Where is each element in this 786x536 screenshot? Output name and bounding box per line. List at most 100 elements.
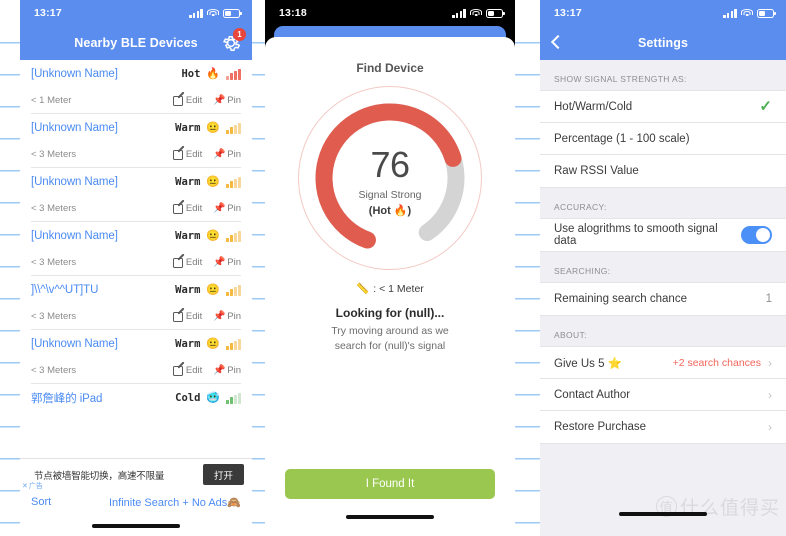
edit-label: Edit — [185, 257, 203, 268]
section-header: SHOW SIGNAL STRENGTH AS: — [540, 60, 786, 90]
no-ads-promo-button[interactable]: Infinite Search + No Ads🙈 — [109, 496, 241, 509]
close-icon[interactable]: ✕ — [22, 482, 28, 490]
device-temp: Warm — [175, 122, 201, 134]
signal-bars-icon — [226, 122, 241, 134]
edit-button[interactable]: Edit — [172, 203, 203, 214]
setting-row-restore-purchase[interactable]: Restore Purchase › — [540, 411, 786, 443]
device-name: ]\\^\v^^UT]TU — [31, 284, 99, 296]
wifi-icon — [741, 8, 753, 18]
smoothing-toggle[interactable] — [741, 226, 772, 244]
signal-bars-icon — [226, 176, 241, 188]
edit-icon — [172, 365, 183, 376]
edit-icon — [172, 203, 183, 214]
setting-label: Contact Author — [554, 388, 631, 401]
temp-emoji-icon: 😐 — [206, 175, 221, 188]
pin-icon: 📌 — [213, 203, 226, 214]
setting-row-raw-rssi[interactable]: Raw RSSI Value — [540, 155, 786, 187]
device-temp: Hot — [181, 68, 201, 80]
setting-row-contact-author[interactable]: Contact Author › — [540, 379, 786, 411]
battery-icon — [486, 8, 505, 18]
edit-icon — [172, 311, 183, 322]
settings-badge: 1 — [233, 28, 246, 41]
device-name: [Unknown Name] — [31, 176, 118, 188]
device-name: [Unknown Name] — [31, 230, 118, 242]
device-temp: Warm — [175, 176, 201, 188]
chevron-right-icon: › — [768, 355, 772, 370]
list-item[interactable]: [Unknown Name] Warm 😐 < 3 Meters Edit 📌 … — [20, 114, 252, 168]
page-root: 13:17 Nearby BLE Devices 1 [Unknown Name… — [0, 0, 786, 536]
edit-button[interactable]: Edit — [172, 311, 202, 322]
pin-button[interactable]: 📌 Pin — [213, 203, 241, 214]
back-button[interactable] — [549, 33, 565, 53]
list-item[interactable]: [Unknown Name] Hot 🔥 < 1 Meter Edit 📌 Pi… — [20, 60, 252, 114]
ad-banner[interactable]: 节点被墙智能切换，高速不限量 打开 ✕ 广告 — [20, 458, 252, 490]
edit-button[interactable]: Edit — [172, 257, 203, 268]
temp-emoji-icon: 😐 — [206, 229, 221, 242]
battery-icon — [223, 8, 242, 18]
edit-button[interactable]: Edit — [172, 95, 203, 106]
i-found-it-button[interactable]: I Found It — [285, 469, 495, 499]
section-header: ABOUT: — [540, 316, 786, 346]
status-time: 13:17 — [34, 7, 62, 19]
status-icons — [189, 8, 242, 18]
settings-group: Hot/Warm/Cold ✓ Percentage (1 - 100 scal… — [540, 90, 786, 188]
ad-open-button[interactable]: 打开 — [202, 464, 244, 485]
setting-label: Remaining search chance — [554, 293, 687, 305]
battery-icon — [757, 8, 776, 18]
setting-row-give-us-5[interactable]: Give Us 5 ⭐ +2 search chances › — [540, 347, 786, 379]
status-icons — [723, 8, 776, 18]
list-item[interactable]: [Unknown Name] Warm 😐 < 3 Meters Edit 📌 … — [20, 330, 252, 384]
settings-button[interactable]: 1 — [220, 28, 246, 54]
device-distance: < 3 Meters — [31, 257, 77, 268]
device-temp: Warm — [175, 230, 201, 242]
setting-row-percentage[interactable]: Percentage (1 - 100 scale) — [540, 123, 786, 155]
home-indicator — [346, 515, 434, 519]
list-item[interactable]: 郭詹峰的 iPad Cold 🥶 — [20, 384, 252, 412]
pin-button[interactable]: 📌 Pin — [213, 311, 241, 322]
cellular-icon — [723, 8, 737, 18]
search-hint: Try moving around as we search for (null… — [331, 325, 449, 353]
list-item[interactable]: [Unknown Name] Warm 😐 < 3 Meters Edit 📌 … — [20, 222, 252, 276]
setting-row-smoothing[interactable]: Use alogrithms to smooth signal data — [540, 219, 786, 251]
settings-screen: 13:17 Settings SHOW SIGNAL STRENGTH AS: … — [540, 0, 786, 536]
pin-button[interactable]: 📌 Pin — [213, 365, 241, 376]
device-temp: Warm — [175, 338, 201, 350]
device-distance: < 3 Meters — [31, 365, 77, 376]
temp-emoji-icon: 🥶 — [206, 391, 221, 404]
setting-label: Restore Purchase — [554, 421, 647, 433]
distance-readout: 📏 : < 1 Meter — [265, 282, 515, 296]
device-distance: < 1 Meter — [31, 95, 72, 106]
device-name: [Unknown Name] — [31, 68, 118, 80]
list-item[interactable]: [Unknown Name] Warm 😐 < 3 Meters Edit 📌 … — [20, 168, 252, 222]
sort-button[interactable]: Sort — [31, 496, 51, 508]
signal-bars-icon — [226, 338, 241, 350]
status-bar: 13:17 — [20, 0, 252, 26]
device-distance: < 3 Meters — [31, 149, 77, 160]
setting-row-hot-warm-cold[interactable]: Hot/Warm/Cold ✓ — [540, 91, 786, 123]
list-item[interactable]: ]\\^\v^^UT]TU Warm 😐 < 3 Meters Edit 📌 P… — [20, 276, 252, 330]
promo-emoji-icon: 🙈 — [227, 496, 241, 509]
pin-button[interactable]: 📌 Pin — [213, 95, 241, 106]
section-header: ACCURACY: — [540, 188, 786, 218]
wifi-icon — [470, 8, 482, 18]
bottom-bar: Sort Infinite Search + No Ads🙈 — [20, 490, 252, 514]
device-temp: Cold — [175, 392, 201, 404]
device-temp: Warm — [175, 284, 201, 296]
pin-button[interactable]: 📌 Pin — [213, 257, 241, 268]
pin-icon: 📌 — [213, 95, 226, 106]
edit-button[interactable]: Edit — [172, 149, 202, 160]
device-list: [Unknown Name] Hot 🔥 < 1 Meter Edit 📌 Pi… — [20, 60, 252, 412]
navbar: Nearby BLE Devices 1 — [20, 26, 252, 60]
check-icon: ✓ — [759, 98, 772, 115]
edit-label: Edit — [185, 203, 203, 214]
chevron-right-icon: › — [768, 387, 772, 402]
pin-label: Pin — [227, 95, 241, 106]
temp-emoji-icon: 😐 — [206, 121, 221, 134]
device-distance: < 3 Meters — [31, 311, 77, 322]
setting-label: Hot/Warm/Cold — [554, 100, 633, 113]
pin-button[interactable]: 📌 Pin — [213, 149, 241, 160]
looking-status: Looking for (null)... — [335, 306, 445, 320]
edit-label: Edit — [185, 95, 203, 106]
edit-button[interactable]: Edit — [172, 365, 202, 376]
status-time: 13:18 — [279, 7, 307, 19]
